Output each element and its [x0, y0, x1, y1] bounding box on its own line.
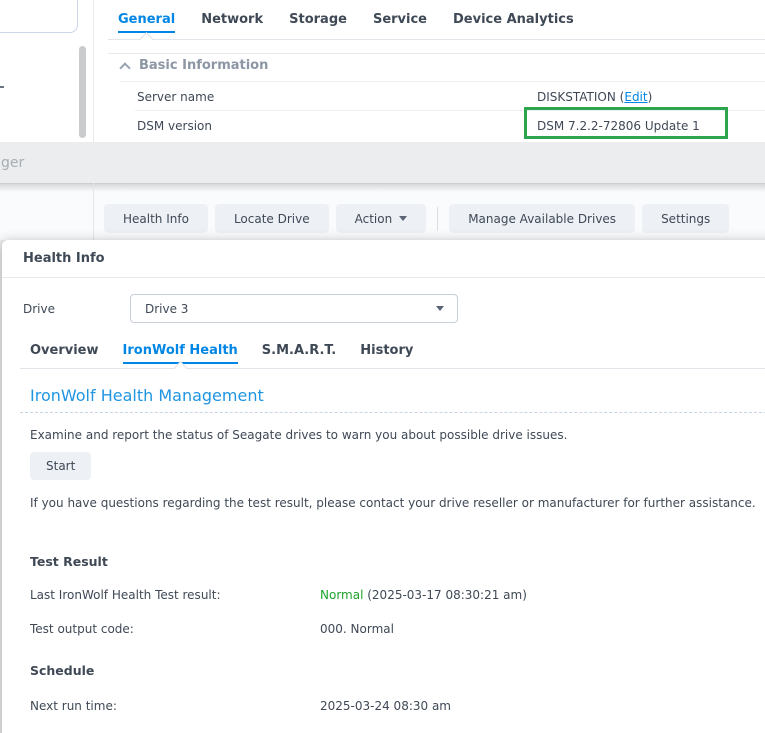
server-name-text: DISKSTATION (: [537, 90, 624, 104]
test-result-heading: Test Result: [30, 554, 108, 569]
next-run-time-value: 2025-03-24 08:30 am: [320, 699, 451, 714]
storage-manager-region: ger Health Info Locate Drive Action Mana…: [0, 142, 765, 240]
dsm-version-label: DSM version: [137, 119, 212, 133]
edit-link[interactable]: Edit: [624, 90, 647, 104]
dialog-tab-divider: [20, 368, 765, 369]
health-info-dialog: Health Info Drive Drive 3 Overview IronW…: [2, 240, 765, 733]
action-dropdown-button[interactable]: Action: [336, 204, 427, 233]
window-title-fragment: ger: [1, 155, 24, 172]
dialog-header-divider: [2, 277, 765, 278]
status-normal: Normal: [320, 588, 363, 602]
caret-down-icon: [399, 216, 407, 221]
basic-information-header[interactable]: Basic Information: [121, 58, 268, 74]
tab-history[interactable]: History: [360, 343, 413, 364]
status-timestamp: (2025-03-17 08:30:21 am): [363, 588, 526, 602]
test-output-code-label: Test output code:: [30, 622, 134, 637]
panel-top-shade: [0, 184, 765, 192]
section-title: Basic Information: [139, 58, 268, 74]
row-divider: [120, 81, 765, 82]
heading-dashed-divider: [20, 412, 765, 413]
manage-available-drives-button[interactable]: Manage Available Drives: [449, 204, 635, 233]
test-output-code-value: 000. Normal: [320, 622, 394, 637]
reseller-note: If you have questions regarding the test…: [30, 493, 756, 514]
search-input[interactable]: [0, 0, 78, 33]
tab-overview[interactable]: Overview: [30, 343, 99, 364]
tab-network[interactable]: Network: [201, 12, 263, 33]
tab-service[interactable]: Service: [373, 12, 427, 33]
panel-divider: [93, 0, 94, 142]
control-panel-window: General Network Storage Service Device A…: [0, 0, 765, 142]
dialog-tabbar: Overview IronWolf Health S.M.A.R.T. Hist…: [30, 343, 413, 364]
toolbar-separator: [437, 207, 438, 231]
action-button-label: Action: [355, 212, 393, 226]
tab-device-analytics[interactable]: Device Analytics: [453, 12, 574, 33]
locate-drive-button-label: Locate Drive: [234, 212, 310, 226]
tab-divider: [108, 39, 765, 40]
vertical-scrollbar[interactable]: [79, 46, 86, 138]
tab-general[interactable]: General: [118, 12, 175, 33]
start-button[interactable]: Start: [30, 452, 91, 480]
last-test-result-value: Normal (2025-03-17 08:30:21 am): [320, 588, 527, 603]
caret-down-icon: [436, 306, 444, 311]
manage-drives-button-label: Manage Available Drives: [468, 212, 616, 226]
drive-select[interactable]: Drive 3: [130, 294, 458, 323]
info-center-tabbar: General Network Storage Service Device A…: [118, 12, 574, 33]
server-name-text-close: ): [648, 90, 653, 104]
dialog-title: Health Info: [23, 251, 105, 267]
active-tab-notch: [140, 32, 153, 45]
drive-select-value: Drive 3: [145, 302, 188, 316]
next-run-time-label: Next run time:: [30, 699, 117, 714]
settings-button[interactable]: Settings: [642, 204, 729, 233]
dsm-version-highlight: [524, 107, 728, 139]
section-top-line: [108, 53, 765, 54]
storage-panel-divider: [93, 183, 94, 240]
start-button-label: Start: [46, 459, 75, 473]
tab-storage[interactable]: Storage: [289, 12, 347, 33]
ironwolf-description: Examine and report the status of Seagate…: [30, 425, 756, 446]
server-name-label: Server name: [137, 90, 214, 104]
locate-drive-button[interactable]: Locate Drive: [215, 204, 329, 233]
schedule-heading: Schedule: [30, 663, 94, 678]
health-info-button-label: Health Info: [123, 212, 189, 226]
tab-smart[interactable]: S.M.A.R.T.: [262, 343, 336, 364]
drive-label: Drive: [23, 302, 55, 317]
last-test-result-label: Last IronWolf Health Test result:: [30, 588, 221, 603]
server-name-value: DISKSTATION (Edit): [537, 90, 652, 104]
ironwolf-heading: IronWolf Health Management: [30, 386, 264, 406]
left-panel-fragment: [0, 86, 4, 88]
drive-toolbar: Health Info Locate Drive Action Manage A…: [104, 204, 729, 233]
settings-button-label: Settings: [661, 212, 710, 226]
health-info-button[interactable]: Health Info: [104, 204, 208, 233]
collapse-chevron-icon: [119, 62, 130, 73]
